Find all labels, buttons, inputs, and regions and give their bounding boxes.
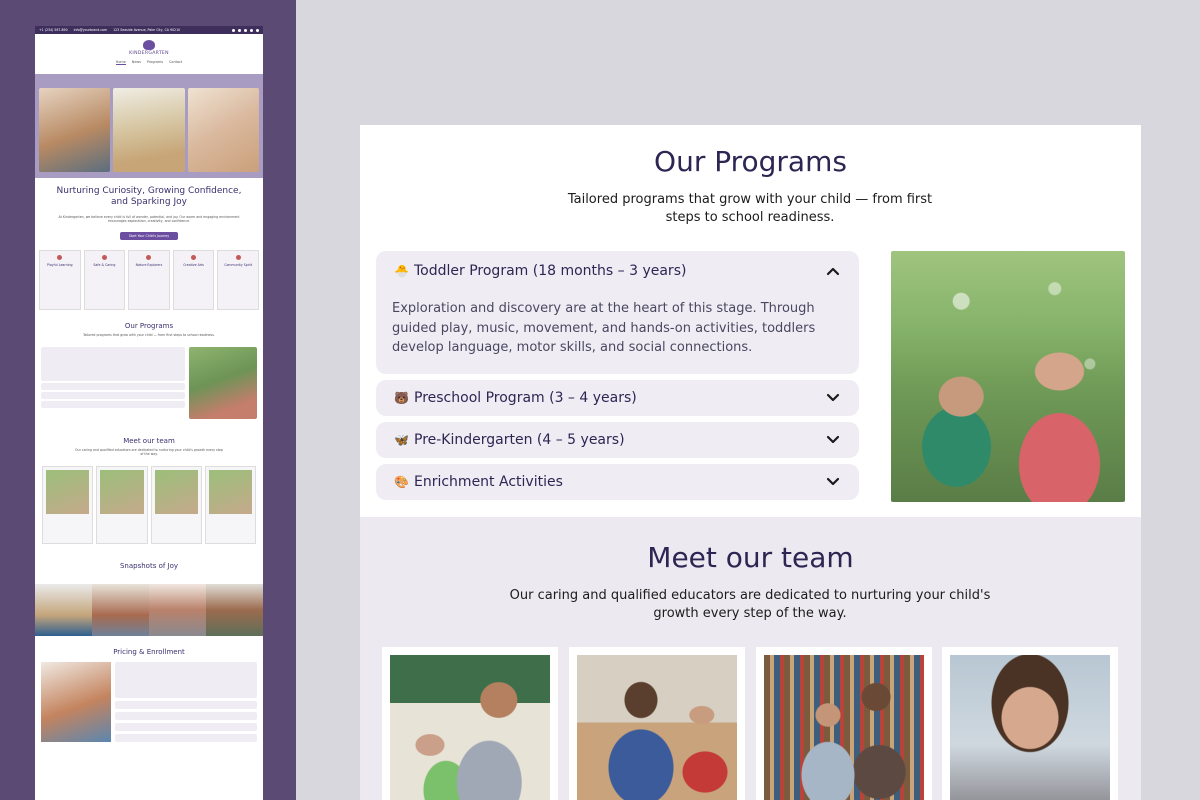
preview-email: info@yourbrand.com xyxy=(73,28,108,32)
team-card xyxy=(382,647,558,800)
team-photo xyxy=(764,655,924,800)
preview-address: 123 Seaside Avenue, Palm City, CA 90210 xyxy=(113,28,181,32)
site-preview: +1 (234) 567-890 info@yourbrand.com 123 … xyxy=(35,26,263,800)
preview-pricing-title: Pricing & Enrollment xyxy=(113,647,185,656)
accordion-title: Enrichment Activities xyxy=(414,473,563,490)
palette-icon: 🎨 xyxy=(394,474,409,489)
preview-programs xyxy=(35,341,263,425)
accordion-header-preschool[interactable]: 🐻 Preschool Program (3 – 4 years) xyxy=(376,380,859,416)
preview-team-card xyxy=(150,465,202,544)
preview-hero-button[interactable]: Start Your Child's Journey xyxy=(120,232,178,241)
butterfly-icon: 🦋 xyxy=(394,432,409,447)
hero-photo xyxy=(39,88,111,172)
feature-card: Community Spirit xyxy=(217,250,259,311)
programs-section: Our Programs Tailored programs that grow… xyxy=(360,125,1141,517)
preview-team-sub: Our caring and qualified educators are d… xyxy=(75,447,223,457)
preview-team xyxy=(35,460,263,550)
preview-programs-sub: Tailored programs that grow with your ch… xyxy=(83,333,215,338)
programs-photo-children-bubbles xyxy=(891,251,1125,502)
preview-team-card xyxy=(96,465,148,544)
programs-subtitle: Tailored programs that grow with your ch… xyxy=(567,192,933,225)
preview-nav-contact[interactable]: Contact xyxy=(169,60,182,65)
team-title: Meet our team xyxy=(647,541,854,574)
accordion-item-enrichment: 🎨 Enrichment Activities xyxy=(376,463,859,500)
preview-gallery xyxy=(35,583,263,636)
hero-photo xyxy=(113,88,185,172)
preview-phone: +1 (234) 567-890 xyxy=(39,28,68,32)
accordion-item-prek: 🦋 Pre-Kindergarten (4 – 5 years) xyxy=(376,421,859,458)
preview-pricing xyxy=(35,656,263,751)
preview-header: KINDERGARTEN Home News Programs Contact xyxy=(35,34,263,74)
preview-hero-title: Nurturing Curiosity, Growing Confidence,… xyxy=(56,186,242,208)
feature-card: Nature Explorers xyxy=(128,250,170,311)
chevron-down-icon[interactable] xyxy=(823,430,843,450)
accordion-header-toddler[interactable]: 🐣 Toddler Program (18 months – 3 years) xyxy=(376,251,859,291)
logo-hand-icon xyxy=(143,40,155,50)
chevron-up-icon[interactable] xyxy=(823,261,843,281)
chevron-down-icon[interactable] xyxy=(823,472,843,492)
accordion-header-prek[interactable]: 🦋 Pre-Kindergarten (4 – 5 years) xyxy=(376,422,859,458)
preview-team-title: Meet our team xyxy=(123,436,175,445)
preview-programs-photo xyxy=(189,346,257,419)
team-card xyxy=(569,647,745,800)
accordion-item-toddler: 🐣 Toddler Program (18 months – 3 years) … xyxy=(376,251,859,374)
team-photo xyxy=(577,655,737,800)
preview-nav-home[interactable]: Home xyxy=(115,60,126,65)
accordion-title: Preschool Program (3 – 4 years) xyxy=(414,389,637,406)
team-card xyxy=(942,647,1118,800)
hero-photo xyxy=(187,88,259,172)
preview-gallery-title: Snapshots of Joy xyxy=(119,561,179,570)
preview-nav-news[interactable]: News xyxy=(132,60,141,65)
preview-pricing-photo xyxy=(41,661,111,742)
accordion-title: Pre-Kindergarten (4 – 5 years) xyxy=(414,431,625,448)
chevron-down-icon[interactable] xyxy=(823,388,843,408)
preview-hero-images xyxy=(35,74,263,178)
accordion-title: Toddler Program (18 months – 3 years) xyxy=(414,263,687,279)
team-photo xyxy=(390,655,550,800)
preview-nav-programs[interactable]: Programs xyxy=(147,60,163,65)
feature-card: Safe & Caring xyxy=(83,250,126,311)
team-photo xyxy=(950,655,1110,800)
preview-team-card xyxy=(204,465,256,544)
chick-icon: 🐣 xyxy=(394,264,409,278)
feature-card: Creative Arts xyxy=(172,250,215,311)
team-subtitle: Our caring and qualified educators are d… xyxy=(509,588,991,621)
preview-programs-title: Our Programs xyxy=(124,322,174,331)
accordion-header-enrichment[interactable]: 🎨 Enrichment Activities xyxy=(376,464,859,500)
accordion-body-toddler: Exploration and discovery are at the hea… xyxy=(392,301,816,355)
preview-hero-text: At Kindergarten, we believe every child … xyxy=(58,214,240,224)
team-section: Meet our team Our caring and qualified e… xyxy=(360,517,1141,800)
feature-card: Playful Learning xyxy=(39,250,81,311)
programs-title: Our Programs xyxy=(654,145,847,178)
preview-team-card xyxy=(42,465,94,544)
preview-logo: KINDERGARTEN xyxy=(129,51,169,56)
preview-features: Playful Learning Safe & Caring Nature Ex… xyxy=(35,250,263,311)
accordion-item-preschool: 🐻 Preschool Program (3 – 4 years) xyxy=(376,379,859,416)
bear-icon: 🐻 xyxy=(394,390,409,405)
zoomed-panel: Our Programs Tailored programs that grow… xyxy=(360,125,1141,800)
team-card xyxy=(756,647,932,800)
programs-accordion: 🐣 Toddler Program (18 months – 3 years) … xyxy=(376,251,859,506)
preview-nav: Home News Programs Contact xyxy=(35,60,263,65)
preview-topbar: +1 (234) 567-890 info@yourbrand.com 123 … xyxy=(35,26,263,34)
social-icons xyxy=(232,28,259,32)
